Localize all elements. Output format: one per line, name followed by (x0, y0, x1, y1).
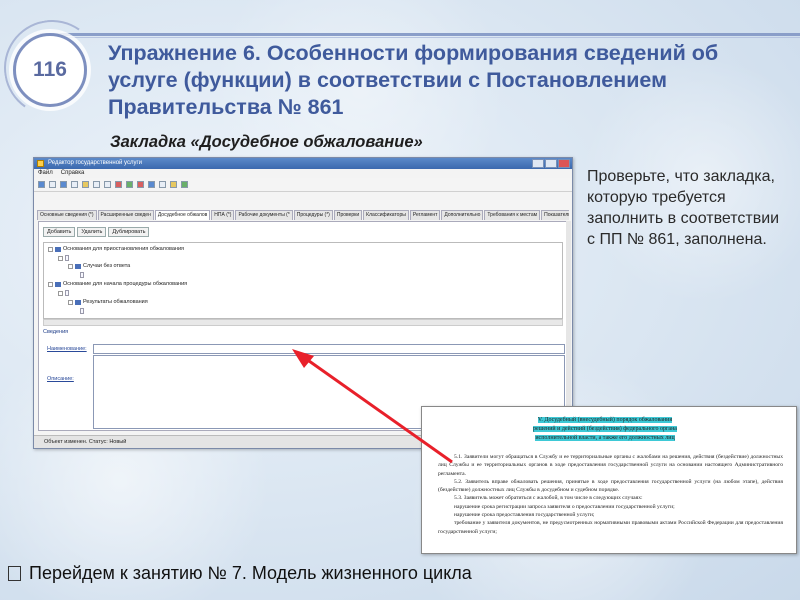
toolbar-check-icon[interactable] (126, 181, 133, 188)
tree-node[interactable]: Основания для приостановления обжаловани… (48, 246, 184, 252)
tab-npa[interactable]: НПА (*) (211, 210, 235, 220)
excerpt-heading-line: исполнительной власти, а также его должн… (535, 435, 675, 441)
slide-number: 116 (33, 58, 67, 81)
instruction-text: Проверьте, что закладка, которую требует… (587, 168, 780, 248)
tab-checks[interactable]: Проверки (333, 210, 363, 220)
tab-main-info[interactable]: Основные сведения (*) (37, 210, 97, 220)
tree-node[interactable] (58, 290, 69, 296)
toolbar-find-icon[interactable] (159, 181, 166, 188)
excerpt-paragraph: нарушение срока регистрации запроса заяв… (454, 503, 675, 510)
tree-node[interactable]: Основание для начала процедуры обжалован… (48, 281, 187, 287)
tab-strip: Основные сведения (*) Расширенные сведен… (37, 210, 569, 220)
window-titlebar: Редактор государственной услуги (34, 158, 572, 169)
add-button[interactable]: Добавить (43, 227, 76, 237)
slide-subtitle: Закладка «Досудебное обжалование» (110, 133, 423, 151)
tab-classifiers[interactable]: Классификаторы (363, 210, 409, 220)
menu-file[interactable]: Файл (38, 169, 53, 178)
description-label: Описание: (47, 376, 74, 382)
tree-view[interactable]: Основания для приостановления обжаловани… (43, 242, 563, 319)
excerpt-heading: V. Досудебный (внесудебный) порядок обжа… (520, 416, 690, 443)
excerpt-paragraph: требование у заявителя документов, не пр… (438, 520, 783, 535)
excerpt-paragraph: 5.1. Заявители могут обращаться в Службу… (438, 454, 783, 477)
window-title: Редактор государственной услуги (48, 160, 143, 166)
tab-pretrial-appeal[interactable]: Досудебное обжалов (154, 210, 211, 220)
toolbar-print-icon[interactable] (71, 181, 78, 188)
name-label: Наименование: (47, 346, 87, 352)
bottom-note-text: Перейдем к занятию № 7. Модель жизненног… (29, 563, 472, 583)
maximize-button[interactable] (545, 159, 557, 168)
expand-box-icon[interactable] (48, 246, 53, 252)
folder-icon (55, 281, 61, 287)
tree-node[interactable] (80, 272, 84, 278)
expand-box-icon[interactable] (48, 281, 53, 287)
close-button[interactable] (558, 159, 570, 168)
tab-accessibility[interactable]: Показатели доступнос (541, 210, 569, 220)
expand-box-icon[interactable] (68, 263, 73, 269)
expand-box-icon[interactable] (58, 290, 63, 296)
toolbar-publish-icon[interactable] (181, 181, 188, 188)
toolbar-refresh-icon[interactable] (148, 181, 155, 188)
tree-node[interactable]: Результаты обжалования (68, 299, 148, 305)
header-rule-thin (44, 37, 800, 38)
doc-icon (65, 290, 69, 296)
header-rule (40, 33, 800, 36)
toolbar-cut-icon[interactable] (82, 181, 89, 188)
tab-additional[interactable]: Дополнительно (441, 210, 484, 220)
tree-node[interactable] (80, 308, 84, 314)
delete-button[interactable]: Удалить (77, 227, 107, 237)
tab-panel: Добавить Удалить Дублировать Основания д… (38, 221, 570, 431)
toolbar-new-icon[interactable] (38, 181, 45, 188)
toolbar (34, 178, 572, 192)
excerpt-paragraph: 5.3. Заявитель может обратиться с жалобо… (454, 495, 643, 502)
toolbar-paste-icon[interactable] (104, 181, 111, 188)
name-field[interactable] (93, 344, 565, 354)
tab-procedures[interactable]: Процедуры (*) (293, 210, 333, 220)
folder-icon (55, 246, 61, 252)
expand-box-icon[interactable] (68, 299, 73, 305)
section-heading: Сведения (43, 329, 69, 335)
bullet-icon (8, 566, 21, 581)
doc-icon (80, 272, 84, 278)
tree-node[interactable] (58, 255, 69, 261)
tab-regulation[interactable]: Регламент (409, 210, 441, 220)
toolbar-stop-icon[interactable] (137, 181, 144, 188)
doc-icon (65, 255, 69, 261)
excerpt-paragraph: нарушение срока предоставления государст… (454, 512, 595, 519)
menu-help[interactable]: Справка (61, 169, 85, 178)
toolbar-open-icon[interactable] (49, 181, 56, 188)
folder-icon (75, 299, 81, 305)
toolbar-save-icon[interactable] (60, 181, 67, 188)
expand-box-icon[interactable] (58, 255, 63, 261)
tab-work-documents[interactable]: Рабочие документы (* (235, 210, 293, 220)
toolbar-copy-icon[interactable] (93, 181, 100, 188)
vertical-scrollbar[interactable] (566, 221, 571, 429)
regulation-excerpt: V. Досудебный (внесудебный) порядок обжа… (421, 406, 797, 554)
doc-icon (80, 308, 84, 314)
window-app-icon (37, 160, 44, 167)
duplicate-button[interactable]: Дублировать (108, 227, 150, 237)
excerpt-heading-line: решений и действий (бездействия) федерал… (533, 426, 677, 432)
bottom-note: Перейдем к занятию № 7. Модель жизненног… (8, 563, 472, 584)
action-buttons: Добавить Удалить Дублировать (43, 227, 150, 237)
tree-node[interactable]: Случаи без ответа (68, 263, 130, 269)
window-controls (532, 159, 570, 168)
excerpt-paragraph: 5.2. Заявитель вправе обжаловать решения… (438, 478, 783, 494)
slide-number-badge: 116 (13, 33, 87, 107)
tab-extended-info[interactable]: Расширенные сведен (97, 210, 154, 220)
toolbar-delete-icon[interactable] (115, 181, 122, 188)
toolbar-export-icon[interactable] (170, 181, 177, 188)
minimize-button[interactable] (532, 159, 544, 168)
folder-icon (75, 263, 81, 269)
slide-title: Упражнение 6. Особенности формирования с… (108, 41, 719, 119)
tab-place-requirements[interactable]: Требования к местам (484, 210, 541, 220)
excerpt-body: 5.1. Заявители могут обращаться в Службу… (438, 453, 783, 536)
excerpt-heading-line: V. Досудебный (внесудебный) порядок обжа… (537, 417, 673, 423)
horizontal-scrollbar[interactable] (43, 319, 563, 326)
menu-bar: Файл Справка (34, 169, 572, 178)
